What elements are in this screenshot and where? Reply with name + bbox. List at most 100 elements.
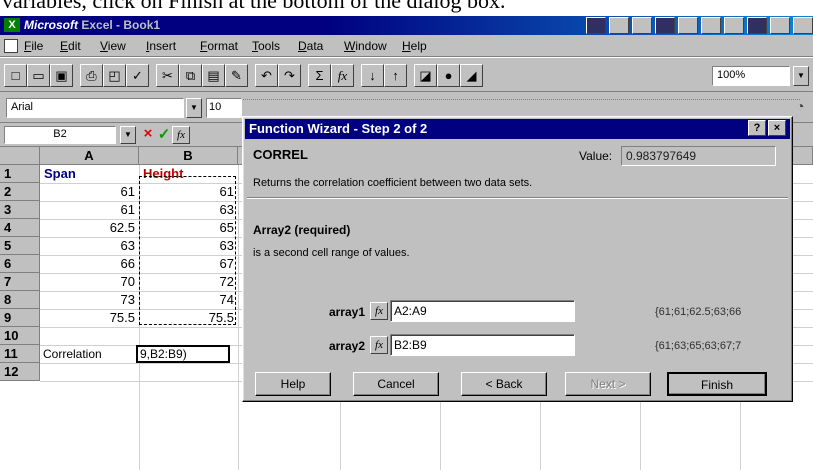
excel-logo-icon: X [4,18,20,32]
next-button[interactable]: Next > [565,372,651,396]
gridline [238,165,239,470]
sort-ascending-icon[interactable]: ↓ [361,64,384,87]
new-icon[interactable]: □ [4,64,27,87]
app-shortcut-icon[interactable] [678,17,698,34]
array2-function-icon[interactable]: fx [370,336,388,354]
row-header-12[interactable]: 12 [0,363,40,381]
document-icon[interactable] [4,39,18,53]
app-shortcut-icon[interactable] [793,17,813,34]
finish-button[interactable]: Finish [667,372,767,396]
cell-a6[interactable]: 66 [40,255,139,273]
app-shortcut-icon[interactable] [609,17,629,34]
selection-marquee [139,176,236,325]
caption-strip: variables, click on Finish at the bottom… [0,0,813,16]
row-header-2[interactable]: 2 [0,183,40,201]
column-header-a[interactable]: A [40,147,139,165]
close-icon[interactable]: × [768,120,786,136]
menu-file[interactable]: File [24,39,43,53]
select-all-corner[interactable] [0,147,40,165]
print-icon[interactable]: ⎙ [80,64,103,87]
app-shortcut-icon[interactable] [701,17,721,34]
app-shortcut-icon[interactable] [586,17,606,34]
open-icon[interactable]: ▭ [27,64,50,87]
toolbar-overflow-icon[interactable]: ◔ [796,98,813,120]
title-bar: X Microsoft Excel - Book1 [0,16,813,35]
row-header-3[interactable]: 3 [0,201,40,219]
help-button[interactable]: Help [255,372,331,396]
array2-input[interactable] [390,334,575,356]
chevron-down-icon[interactable]: ▼ [186,98,202,118]
paste-icon[interactable]: ▤ [202,64,225,87]
menu-format[interactable]: Format [200,39,238,53]
menu-tools[interactable]: Tools [252,39,280,53]
menu-data[interactable]: Data [298,39,323,53]
cell-a1[interactable]: Span [40,165,139,183]
cancel-entry-icon[interactable]: × [140,125,156,145]
save-icon[interactable]: ▣ [50,64,73,87]
row-header-1[interactable]: 1 [0,165,40,183]
cell-a8[interactable]: 73 [40,291,139,309]
font-select[interactable]: Arial [6,98,184,118]
sort-descending-icon[interactable]: ↑ [384,64,407,87]
app-shortcut-icon[interactable] [747,17,767,34]
redo-icon[interactable]: ↷ [278,64,301,87]
app-shortcut-icon[interactable] [655,17,675,34]
row-header-9[interactable]: 9 [0,309,40,327]
app-shortcut-icon[interactable] [632,17,652,34]
app-shortcut-icon[interactable] [724,17,744,34]
menu-edit[interactable]: Edit [60,39,81,53]
app-shortcut-icon[interactable] [770,17,790,34]
row-header-8[interactable]: 8 [0,291,40,309]
window-brand: Microsoft [24,18,78,32]
cell-a4[interactable]: 62.5 [40,219,139,237]
spelling-icon[interactable]: ✓ [126,64,149,87]
menu-insert[interactable]: Insert [146,39,176,53]
function-wizard-icon[interactable]: fx [331,64,354,87]
cell-a7[interactable]: 70 [40,273,139,291]
font-size-select[interactable]: 10 [206,98,242,118]
column-header-b[interactable]: B [139,147,238,165]
menu-view[interactable]: View [100,39,126,53]
cell-a3[interactable]: 61 [40,201,139,219]
argument-description: is a second cell range of values. [253,247,410,259]
array1-function-icon[interactable]: fx [370,302,388,320]
drawing-icon[interactable]: ◢ [460,64,483,87]
row-header-10[interactable]: 10 [0,327,40,345]
zoom-select[interactable]: 100% [712,66,790,86]
cell-a9[interactable]: 75.5 [40,309,139,327]
map-icon[interactable]: ● [437,64,460,87]
format-painter-icon[interactable]: ✎ [225,64,248,87]
menu-window[interactable]: Window [344,39,387,53]
argument-title: Array2 (required) [253,223,351,237]
name-box[interactable]: B2 [4,126,116,144]
array1-result: {61;61;62.5;63;66 [655,306,742,318]
function-wizard-button[interactable]: fx [172,126,190,144]
cell-a2[interactable]: 61 [40,183,139,201]
dialog-title: Function Wizard - Step 2 of 2 [249,121,428,136]
cut-icon[interactable]: ✂ [156,64,179,87]
menu-help[interactable]: Help [402,39,427,53]
help-icon[interactable]: ? [748,120,766,136]
chevron-down-icon[interactable]: ▼ [793,66,809,86]
back-button[interactable]: < Back [461,372,547,396]
cell-a11[interactable]: Correlation [40,345,139,363]
row-header-6[interactable]: 6 [0,255,40,273]
autosum-icon[interactable]: Σ [308,64,331,87]
array1-input[interactable] [390,300,575,322]
row-header-11[interactable]: 11 [0,345,40,363]
cancel-button[interactable]: Cancel [353,372,439,396]
print-preview-icon[interactable]: ◰ [103,64,126,87]
ruler [240,94,800,100]
cell-b11-editing[interactable]: 9,B2:B9) [136,345,230,363]
caption-text: variables, click on Finish at the bottom… [2,0,506,13]
undo-icon[interactable]: ↶ [255,64,278,87]
cell-a5[interactable]: 63 [40,237,139,255]
value-label: Value: [579,149,613,163]
row-header-4[interactable]: 4 [0,219,40,237]
chevron-down-icon[interactable]: ▼ [120,126,136,144]
confirm-entry-icon[interactable]: ✓ [156,125,172,145]
row-header-5[interactable]: 5 [0,237,40,255]
copy-icon[interactable]: ⧉ [179,64,202,87]
row-header-7[interactable]: 7 [0,273,40,291]
chart-wizard-icon[interactable]: ◪ [414,64,437,87]
